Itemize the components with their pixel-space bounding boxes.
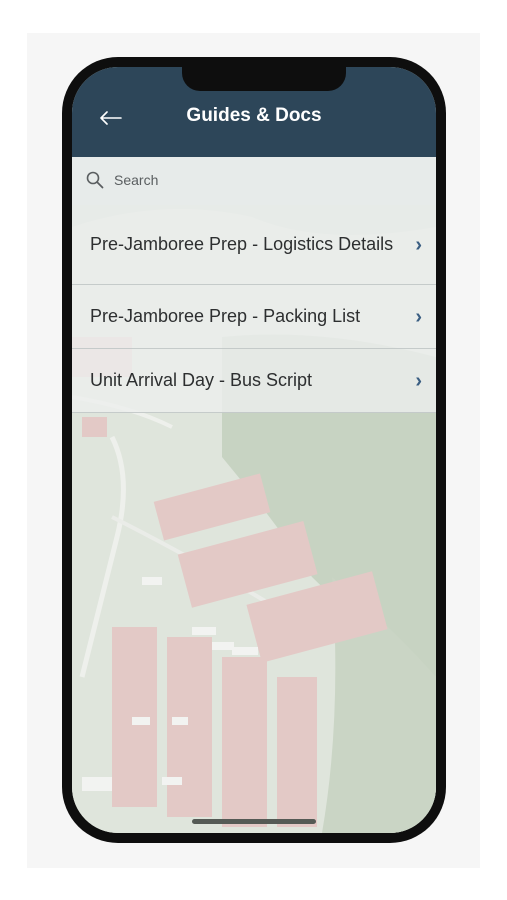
phone-screen: Guides & Docs Search Pre-Jamboree Prep -… [72,67,436,833]
search-bar[interactable] [72,157,436,205]
phone-frame: Guides & Docs Search Pre-Jamboree Prep -… [62,57,446,843]
chevron-right-icon: › [415,233,422,256]
chevron-right-icon: › [415,305,422,328]
list-item-logistics-details[interactable]: Pre-Jamboree Prep - Logistics Details › [72,205,436,285]
list-item-label: Pre-Jamboree Prep - Packing List [90,306,361,326]
docs-list: Pre-Jamboree Prep - Logistics Details › … [72,205,436,413]
list-item-label: Unit Arrival Day - Bus Script [90,370,313,390]
chevron-right-icon: › [415,369,422,392]
list-item-label: Pre-Jamboree Prep - Logistics Details [90,234,394,254]
list-item-bus-script[interactable]: Unit Arrival Day - Bus Script › [72,349,436,413]
phone-notch [182,67,346,91]
page-title: Guides & Docs [186,105,322,126]
content-area: Pre-Jamboree Prep - Logistics Details › … [72,157,436,833]
list-item-packing-list[interactable]: Pre-Jamboree Prep - Packing List › [72,285,436,349]
home-indicator[interactable] [192,819,316,824]
search-input[interactable] [114,169,394,191]
search-icon [86,171,104,189]
